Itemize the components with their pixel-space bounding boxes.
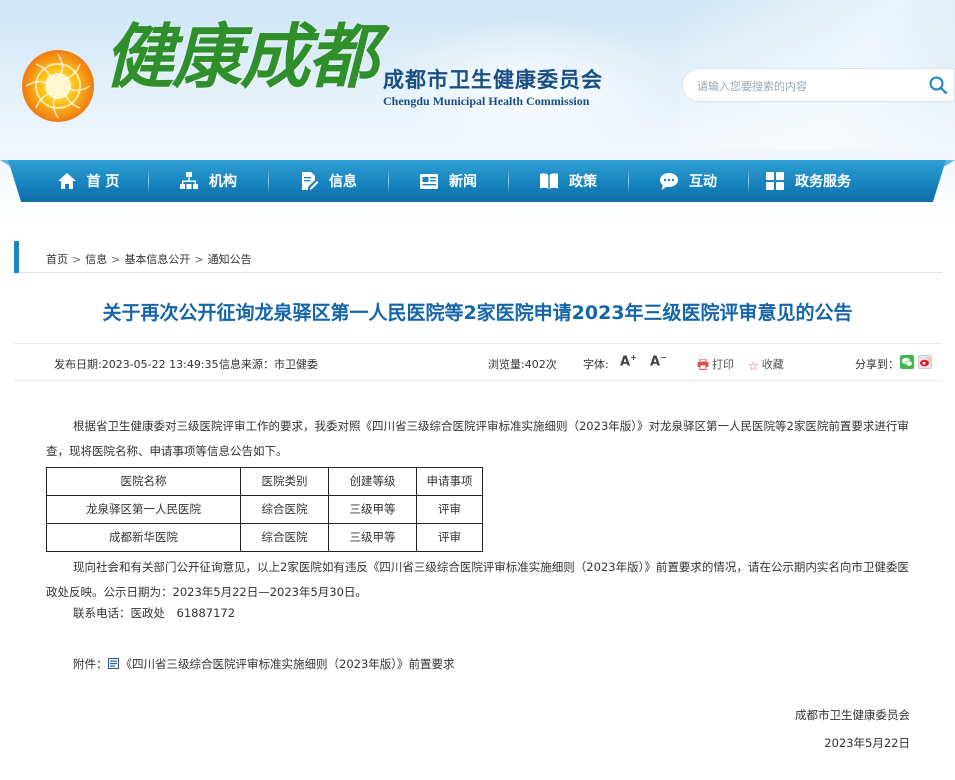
table-header-cell: 创建等级: [328, 467, 417, 496]
table-cell: 三级甲等: [328, 523, 417, 552]
table-row: 成都新华医院 综合医院 三级甲等 评审: [46, 523, 483, 552]
font-size-label: 字体:: [583, 358, 609, 371]
article-paragraph-1: 根据省卫生健康委对三级医院评审工作的要求，我委对照《四川省三级综合医院评审标准实…: [46, 419, 909, 458]
table-cell: 三级甲等: [328, 495, 417, 524]
search-box: [682, 68, 955, 102]
nav-label: 互动: [689, 174, 717, 190]
table-cell: 评审: [416, 523, 483, 552]
attachment: 附件： 《四川省三级综合医院评审标准实施细则（2023年版）》前置要求: [73, 656, 455, 672]
signature-date: 2023年5月22日: [824, 736, 910, 750]
nav-label: 首 页: [86, 174, 120, 190]
breadcrumb-info[interactable]: 信息: [85, 253, 107, 266]
article-body: 根据省卫生健康委对三级医院评审工作的要求，我委对照《四川省三级综合医院评审标准实…: [46, 414, 912, 605]
nav-item-policy[interactable]: 政策: [508, 160, 628, 202]
view-count: 浏览量:402次: [488, 358, 557, 371]
weibo-share-icon[interactable]: [918, 355, 932, 369]
hospital-table: 医院名称 医院类别 创建等级 申请事项 龙泉驿区第一人民医院 综合医院 三级甲等…: [46, 467, 483, 552]
nav-label: 政务服务: [795, 174, 851, 190]
home-icon: [57, 173, 76, 189]
font-decrease-label: A: [650, 354, 661, 370]
brand-logo-text: 健康成都: [104, 15, 378, 98]
main-nav: 首 页 机构 信息 新闻 政策 互动 政务服务: [0, 160, 955, 202]
breadcrumb-separator: >: [72, 253, 82, 266]
print-button[interactable]: 打印: [697, 356, 734, 372]
font-increase-button[interactable]: A+: [620, 353, 637, 369]
breadcrumb-basic-info[interactable]: 基本信息公开: [124, 253, 190, 266]
book-icon: [540, 173, 558, 189]
article-paragraph-2: 现向社会和有关部门公开征询意见，以上2家医院如有违反《四川省三级综合医院评审标准…: [46, 560, 909, 599]
favorite-button[interactable]: ☆ 收藏: [748, 356, 784, 373]
org-name-cn: 成都市卫生健康委员会: [383, 68, 603, 92]
breadcrumb-separator: >: [194, 253, 204, 266]
org-name-en: Chengdu Municipal Health Commission: [383, 94, 590, 108]
printer-icon: [697, 359, 709, 370]
attachment-link[interactable]: 《四川省三级综合医院评审标准实施细则（2023年版）》前置要求: [121, 657, 455, 671]
chat-icon: [660, 173, 678, 190]
table-cell: 综合医院: [240, 495, 329, 524]
plus-icon: +: [630, 353, 637, 362]
attachment-label: 附件：: [73, 657, 108, 671]
table-cell: 综合医院: [240, 523, 329, 552]
table-cell: 评审: [416, 495, 483, 524]
breadcrumb-notices[interactable]: 通知公告: [208, 253, 252, 266]
breadcrumb-marker: [14, 241, 19, 273]
table-cell: 成都新华医院: [46, 523, 241, 552]
minus-icon: −: [660, 353, 667, 362]
print-label: 打印: [712, 358, 734, 371]
star-icon: ☆: [748, 359, 759, 373]
page-title: 关于再次公开征询龙泉驿区第一人民医院等2家医院申请2023年三级医院评审意见的公…: [102, 302, 853, 324]
table-header-cell: 申请事项: [416, 467, 483, 496]
wechat-share-icon[interactable]: [900, 355, 914, 369]
document-edit-icon: [302, 172, 319, 190]
nav-item-interact[interactable]: 互动: [628, 160, 748, 202]
table-row: 龙泉驿区第一人民医院 综合医院 三级甲等 评审: [46, 495, 483, 524]
nav-item-org[interactable]: 机构: [148, 160, 268, 202]
table-header-cell: 医院名称: [46, 467, 241, 496]
article-meta-bar: 发布日期:2023-05-22 13:49:35 信息来源：市卫健委 浏览量:4…: [14, 343, 942, 381]
breadcrumb-home[interactable]: 首页: [46, 253, 68, 266]
word-doc-icon: [107, 658, 119, 669]
signature-org: 成都市卫生健康委员会: [795, 708, 910, 722]
nav-label: 机构: [209, 174, 237, 190]
breadcrumb-path: 首页 > 信息 > 基本信息公开 > 通知公告: [46, 251, 252, 267]
nav-item-services[interactable]: 政务服务: [748, 160, 868, 202]
org-chart-icon: [180, 172, 198, 189]
search-input[interactable]: [697, 76, 917, 96]
table-header-row: 医院名称 医院类别 创建等级 申请事项: [46, 467, 483, 496]
grid-icon: [766, 172, 784, 190]
breadcrumb: 首页 > 信息 > 基本信息公开 > 通知公告: [14, 241, 942, 273]
publish-date: 发布日期:2023-05-22 13:49:35: [54, 358, 219, 371]
font-increase-label: A: [620, 354, 631, 370]
breadcrumb-separator: >: [111, 253, 121, 266]
sun-logo-icon: [22, 50, 94, 122]
contact-info: 联系电话：医政处 61887172: [73, 606, 236, 620]
info-source: 信息来源：市卫健委: [219, 358, 318, 371]
nav-label: 政策: [569, 174, 597, 190]
search-icon[interactable]: [928, 75, 948, 95]
table-header-cell: 医院类别: [240, 467, 329, 496]
nav-item-news[interactable]: 新闻: [388, 160, 508, 202]
font-decrease-button[interactable]: A−: [650, 353, 667, 369]
nav-item-home[interactable]: 首 页: [28, 160, 148, 202]
nav-label: 新闻: [449, 174, 477, 190]
table-cell: 龙泉驿区第一人民医院: [46, 495, 241, 524]
share-label: 分享到：: [855, 358, 899, 371]
favorite-label: 收藏: [761, 358, 784, 371]
nav-item-info[interactable]: 信息: [268, 160, 388, 202]
nav-label: 信息: [329, 174, 357, 190]
newspaper-icon: [420, 174, 438, 189]
